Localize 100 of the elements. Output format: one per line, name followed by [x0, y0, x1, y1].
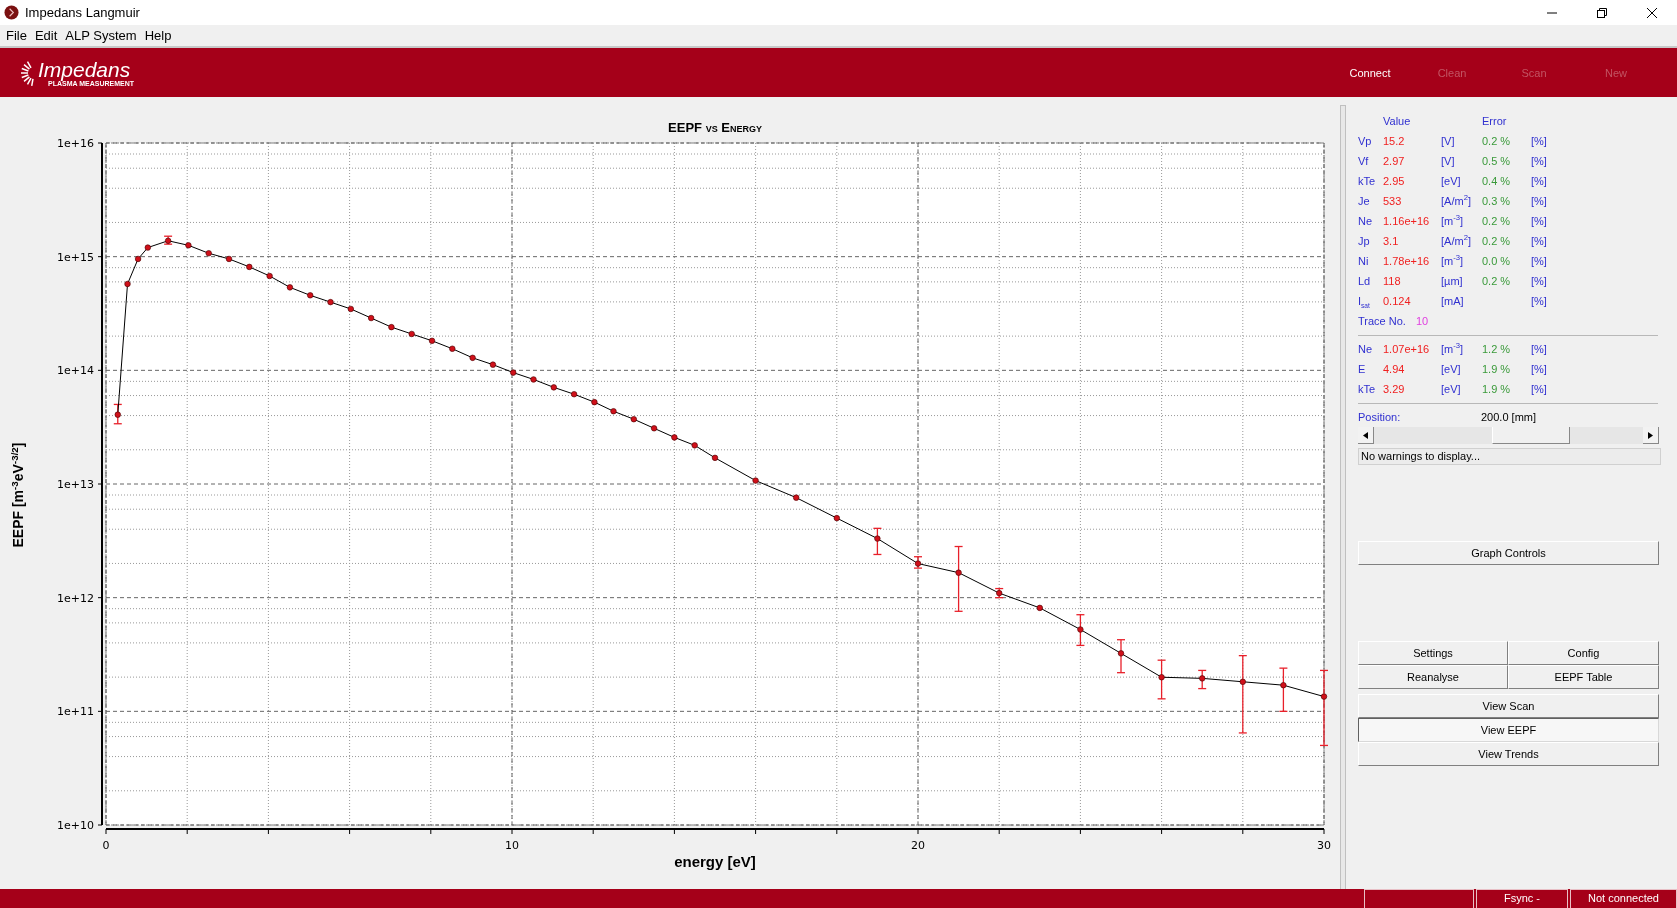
axis-tick-label: 1e+11 [57, 705, 94, 719]
parameter-unit: [eV] [1441, 362, 1462, 377]
axis-tick-label: 0 [102, 839, 110, 852]
panel-button[interactable]: EEPF Table [1508, 665, 1659, 689]
axis-tick-label: 1e+10 [57, 819, 94, 832]
parameter-value: 1.16e+16 [1383, 214, 1431, 229]
error-unit: [%] [1531, 294, 1548, 309]
parameter-unit: [m$^{-3}$] [1441, 212, 1465, 229]
toolbar-button[interactable]: Connect [1329, 66, 1411, 79]
axis-tick-label: 1e+12 [57, 591, 94, 605]
axis-tick-label: 1e+16 [57, 137, 94, 150]
error-unit: [%] [1531, 154, 1548, 169]
menu-item[interactable]: File [2, 28, 31, 43]
error-unit: [%] [1531, 134, 1548, 149]
parameter-unit: [eV] [1441, 174, 1462, 189]
parameter-value: 3.29 [1383, 382, 1406, 397]
parameter-value: 15.2 [1383, 134, 1406, 149]
parameter-error: 0.4 % [1482, 174, 1512, 189]
status-field: Not connected [1570, 889, 1677, 908]
graph-controls-button[interactable]: Graph Controls [1358, 541, 1659, 565]
menu-item[interactable]: ALP System [61, 28, 141, 43]
parameter-error: 0.0 % [1482, 254, 1512, 269]
error-unit: [%] [1531, 214, 1548, 229]
axis-tick-label: 1e+13 [57, 478, 94, 491]
error-unit: [%] [1531, 274, 1548, 289]
parameter-name: Vf [1358, 154, 1370, 169]
panel-button[interactable]: Config [1508, 641, 1659, 665]
error-unit: [%] [1531, 234, 1548, 249]
axis-tick-label: 1e+15 [57, 250, 94, 264]
axis-tick-label: 20 [911, 839, 925, 852]
parameter-name: Ne [1358, 342, 1374, 357]
warning-message: No warnings to display... [1358, 448, 1661, 465]
menu-item[interactable]: Help [140, 28, 176, 43]
parameter-error: 0.2 % [1482, 214, 1512, 229]
parameter-unit: [µm] [1441, 274, 1464, 289]
error-unit: [%] [1531, 194, 1548, 209]
parameter-value: 0.124 [1383, 294, 1412, 309]
parameter-name: kTe [1358, 174, 1377, 189]
parameter-value: 3.1 [1383, 234, 1400, 249]
view-button[interactable]: View Scan [1358, 694, 1659, 718]
parameter-name: I$_{sat}$ [1358, 294, 1371, 311]
parameter-unit: [m$^{-3}$] [1441, 340, 1465, 357]
logo-name: Impedans [38, 58, 132, 80]
error-unit: [%] [1531, 254, 1548, 269]
parameter-value: 2.95 [1383, 174, 1406, 189]
parameter-name: kTe [1358, 382, 1377, 397]
column-header: Value [1383, 114, 1412, 129]
parameter-name: Vp [1358, 134, 1373, 149]
error-unit: [%] [1531, 342, 1548, 357]
axis-tick-label: 10 [505, 839, 519, 852]
menu-item[interactable]: Edit [30, 28, 62, 43]
parameter-name: Je [1358, 194, 1371, 209]
parameter-unit: [A/m$^{2}$] [1441, 232, 1472, 249]
error-unit: [%] [1531, 362, 1548, 377]
window-title: Impedans Langmuir [25, 5, 141, 20]
axis-tick-label: 1e+14 [57, 364, 94, 378]
right-arrow-icon[interactable] [1648, 431, 1653, 439]
parameter-name: Ld [1358, 274, 1372, 289]
error-unit: [%] [1531, 174, 1548, 189]
view-button[interactable]: View Trends [1358, 742, 1659, 766]
trace-number: 10 [1416, 315, 1429, 327]
view-button[interactable]: View EEPF [1358, 718, 1659, 742]
parameter-error: 0.2 % [1482, 234, 1512, 249]
panel-button[interactable]: Settings [1358, 641, 1508, 665]
parameter-error: 0.2 % [1482, 134, 1512, 149]
trace-label: Trace No. [1358, 315, 1407, 327]
parameter-unit: [m$^{-3}$] [1441, 252, 1465, 269]
parameter-unit: [V] [1441, 134, 1456, 149]
parameter-error: 1.2 % [1482, 342, 1512, 357]
x-axis-label: energy [eV] [674, 853, 756, 870]
position-scrollbar[interactable] [1358, 427, 1659, 444]
panel-button[interactable]: Reanalyse [1358, 665, 1508, 689]
parameter-value: 1.78e+16 [1383, 254, 1431, 269]
position-label: Position: [1358, 411, 1402, 423]
parameter-name: E [1358, 362, 1367, 377]
parameter-name: Ni [1358, 254, 1370, 269]
parameter-error: 0.2 % [1482, 274, 1512, 289]
status-field: Fsync - [1476, 889, 1568, 908]
column-header: Error [1482, 114, 1508, 129]
chart-title: EEPF vs Energy [668, 120, 762, 137]
parameter-value: 118 [1383, 274, 1402, 289]
parameter-value: 2.97 [1383, 154, 1406, 169]
parameter-value: 1.07e+16 [1383, 342, 1431, 357]
position-value: 200.0 [mm] [1481, 411, 1537, 423]
parameter-unit: [V] [1441, 154, 1456, 169]
parameter-unit: [eV] [1441, 382, 1462, 397]
parameter-value: 533 [1383, 194, 1403, 209]
parameter-unit: [A/m$^{2}$] [1441, 192, 1472, 209]
error-unit: [%] [1531, 382, 1548, 397]
left-arrow-icon[interactable] [1363, 431, 1368, 439]
parameter-name: Ne [1358, 214, 1374, 229]
parameter-error: 1.9 % [1482, 362, 1512, 377]
parameter-error: 1.9 % [1482, 382, 1512, 397]
parameter-unit: [mA] [1441, 294, 1465, 309]
app-icon [4, 5, 19, 20]
parameter-error: 0.3 % [1482, 194, 1512, 209]
parameter-name: Jp [1358, 234, 1371, 249]
axis-tick-label: 30 [1317, 839, 1331, 852]
parameter-value: 4.94 [1383, 362, 1406, 377]
parameter-error: 0.5 % [1482, 154, 1512, 169]
